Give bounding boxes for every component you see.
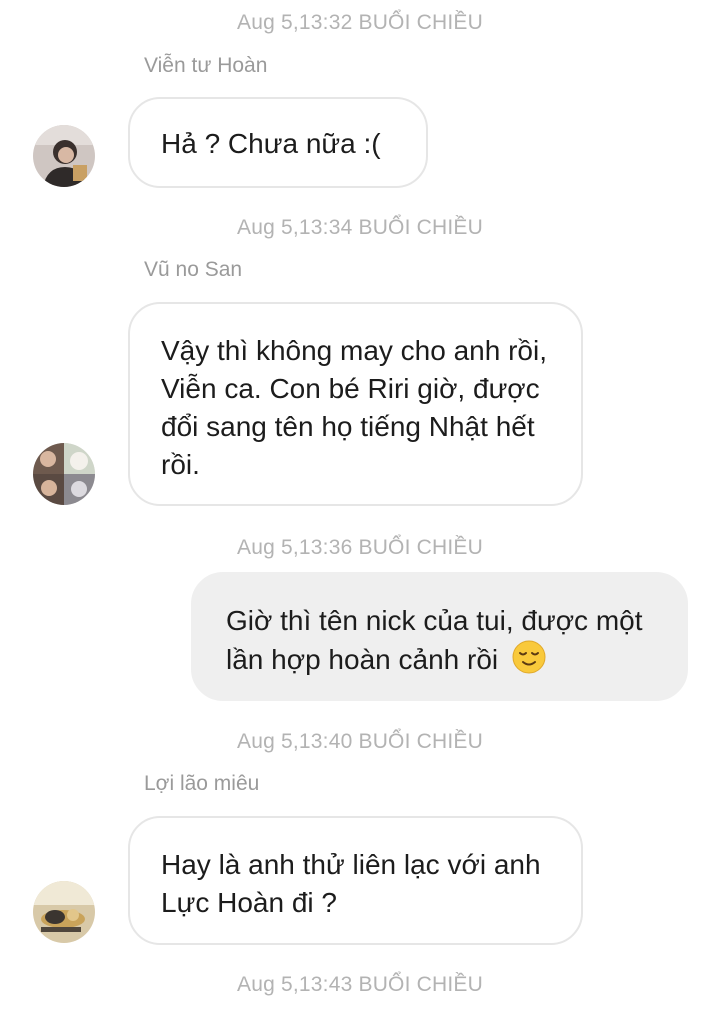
- message-bubble[interactable]: Hay là anh thử liên lạc với anh Lực Hoàn…: [128, 816, 583, 945]
- message-timestamp: Aug 5,13:40 BUỔI CHIỀU: [236, 730, 483, 753]
- sender-name: Vũ no San: [144, 258, 243, 281]
- message-text: Hả ? Chưa nữa :(: [161, 128, 381, 159]
- sender-name: Viễn tư Hoàn: [144, 54, 268, 77]
- cat-avatar-icon[interactable]: [33, 881, 95, 943]
- relieved-face-emoji: [512, 640, 546, 684]
- sender-name: Lợi lão miêu: [144, 772, 260, 795]
- message-bubble[interactable]: Hả ? Chưa nữa :(: [128, 97, 428, 188]
- message-text: Giờ thì tên nick của tui, được một lần h…: [226, 605, 643, 675]
- message-timestamp: Aug 5,13:32 BUỔI CHIỀU: [236, 11, 483, 34]
- message-text: Vậy thì không may cho anh rồi, Viễn ca. …: [161, 335, 547, 480]
- message-bubble[interactable]: Giờ thì tên nick của tui, được một lần h…: [191, 572, 688, 701]
- message-timestamp: Aug 5,13:34 BUỔI CHIỀU: [236, 216, 483, 239]
- message-bubble[interactable]: Vậy thì không may cho anh rồi, Viễn ca. …: [128, 302, 583, 506]
- user-avatar-collage-icon[interactable]: [33, 443, 95, 505]
- user-avatar-icon[interactable]: [33, 125, 95, 187]
- message-timestamp: Aug 5,13:43 BUỔI CHIỀU: [236, 973, 483, 996]
- message-timestamp: Aug 5,13:36 BUỔI CHIỀU: [236, 536, 483, 559]
- message-text: Hay là anh thử liên lạc với anh Lực Hoàn…: [161, 849, 541, 918]
